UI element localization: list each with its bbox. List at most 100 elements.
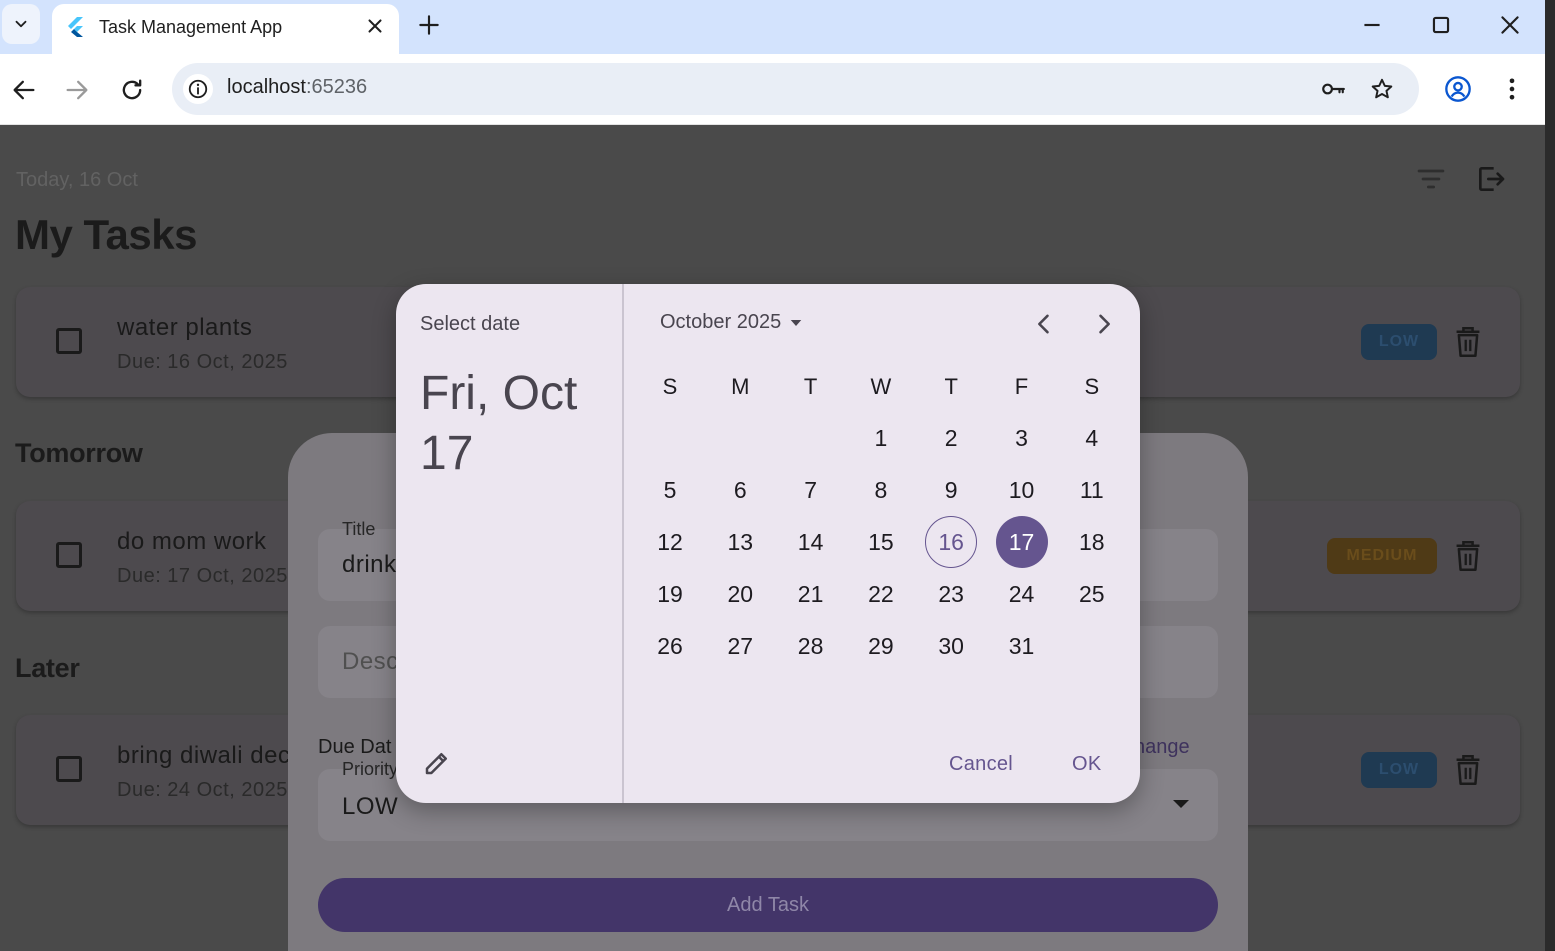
month-year-label: October 2025 <box>660 311 782 333</box>
change-date-button[interactable]: hange <box>1134 736 1190 759</box>
description-placeholder: Desc <box>342 648 399 675</box>
dropdown-arrow-icon <box>1173 800 1189 808</box>
task-checkbox[interactable] <box>56 756 82 782</box>
chevron-down-icon <box>15 20 27 28</box>
weekday-label: S <box>1084 374 1100 399</box>
browser-tab-active[interactable]: Task Management App <box>52 4 399 54</box>
delete-icon[interactable] <box>1454 540 1482 572</box>
weekday-label: T <box>944 374 958 399</box>
calendar-day-selected[interactable]: 17 <box>995 516 1048 568</box>
calendar-day[interactable]: 27 <box>714 620 766 672</box>
previous-month-icon[interactable] <box>1030 310 1058 338</box>
calendar-day[interactable]: 24 <box>996 568 1048 620</box>
priority-field-label: Priority <box>342 759 399 779</box>
password-key-icon[interactable] <box>1320 76 1346 102</box>
calendar-day[interactable]: 2 <box>925 412 977 464</box>
delete-icon[interactable] <box>1454 326 1482 358</box>
task-checkbox[interactable] <box>56 542 82 568</box>
task-checkbox[interactable] <box>56 328 82 354</box>
calendar-day[interactable]: 10 <box>996 464 1048 516</box>
calendar-day-today[interactable]: 16 <box>925 516 978 568</box>
calendar-day[interactable]: 1 <box>855 412 907 464</box>
address-bar[interactable]: localhost:65236 <box>172 63 1419 115</box>
calendar-day[interactable]: 30 <box>925 620 977 672</box>
close-tab-icon[interactable] <box>364 15 386 37</box>
title-field-value: drink <box>342 551 397 578</box>
calendar-day[interactable]: 18 <box>1066 516 1118 568</box>
tab-title: Task Management App <box>99 17 283 37</box>
priority-badge: LOW <box>1361 752 1437 788</box>
page-title: My Tasks <box>15 211 198 258</box>
title-field-label: Title <box>342 519 376 539</box>
forward-arrow-icon[interactable] <box>63 76 91 104</box>
date-picker-header: Select date Fri, Oct 17 <box>396 284 624 803</box>
calendar-day[interactable]: 5 <box>644 464 696 516</box>
calendar-day[interactable]: 29 <box>855 620 907 672</box>
browser-tab-strip: Task Management App <box>0 0 1545 54</box>
task-due-date: Due: 17 Oct, 2025 <box>117 565 288 587</box>
calendar-day[interactable]: 15 <box>855 516 907 568</box>
bookmark-star-icon[interactable] <box>1369 76 1395 102</box>
calendar-day[interactable]: 9 <box>925 464 977 516</box>
priority-badge: LOW <box>1361 324 1437 360</box>
maximize-window-icon[interactable] <box>1428 12 1454 38</box>
calendar-day[interactable]: 28 <box>785 620 837 672</box>
date-picker-dialog: Select date Fri, Oct 17 October 2025 S M T… <box>396 284 1140 803</box>
calendar-day[interactable]: 19 <box>644 568 696 620</box>
new-tab-icon[interactable] <box>416 12 442 38</box>
task-title: do mom work <box>117 528 267 555</box>
today-label: Today, 16 Oct <box>16 169 138 191</box>
weekday-label: M <box>731 374 750 399</box>
browser-menu-icon[interactable] <box>1498 75 1526 103</box>
calendar-day[interactable]: 4 <box>1066 412 1118 464</box>
add-task-button[interactable]: Add Task <box>318 878 1218 932</box>
minimize-window-icon[interactable] <box>1359 12 1385 38</box>
flutter-logo-icon <box>68 17 83 37</box>
calendar-day[interactable]: 20 <box>714 568 766 620</box>
task-due-date: Due: 16 Oct, 2025 <box>117 351 288 373</box>
close-window-icon[interactable] <box>1497 12 1523 38</box>
weekday-label: W <box>870 374 892 399</box>
delete-icon[interactable] <box>1454 754 1482 786</box>
calendar-day[interactable]: 25 <box>1066 568 1118 620</box>
calendar-day[interactable]: 7 <box>785 464 837 516</box>
calendar-day[interactable]: 11 <box>1066 464 1118 516</box>
priority-badge: MEDIUM <box>1327 538 1437 574</box>
task-title: water plants <box>117 314 253 341</box>
weekday-label: F <box>1014 374 1029 399</box>
task-due-date: Due: 24 Oct, 2025 <box>117 779 288 801</box>
site-info-icon[interactable] <box>183 74 213 104</box>
calendar-day[interactable]: 23 <box>925 568 977 620</box>
back-arrow-icon[interactable] <box>10 76 38 104</box>
calendar-day[interactable]: 26 <box>644 620 696 672</box>
filter-icon[interactable] <box>1415 163 1447 195</box>
section-title-later: Later <box>15 653 80 683</box>
profile-icon[interactable] <box>1444 75 1472 103</box>
month-year-selector[interactable]: October 2025 <box>660 311 805 334</box>
reload-icon[interactable] <box>118 76 146 104</box>
weekday-label: T <box>803 374 818 399</box>
calendar-day[interactable]: 21 <box>785 568 837 620</box>
calendar-day[interactable]: 14 <box>785 516 837 568</box>
date-picker-help-text: Select date <box>420 313 521 335</box>
browser-toolbar: localhost:65236 <box>0 54 1545 125</box>
task-title: bring diwali dec <box>117 742 291 769</box>
cancel-button[interactable]: Cancel <box>949 753 1013 776</box>
dropdown-arrow-icon <box>790 319 802 326</box>
calendar-day[interactable]: 12 <box>644 516 696 568</box>
calendar-day[interactable]: 3 <box>996 412 1048 464</box>
ok-button[interactable]: OK <box>1072 753 1102 776</box>
calendar-day[interactable]: 8 <box>855 464 907 516</box>
selected-date-headline: Fri, Oct 17 <box>420 367 578 480</box>
edit-pencil-icon[interactable] <box>422 748 452 778</box>
tab-search-button[interactable] <box>2 4 40 44</box>
calendar-day[interactable]: 31 <box>996 620 1048 672</box>
calendar-day[interactable]: 13 <box>714 516 766 568</box>
calendar-day[interactable]: 6 <box>714 464 766 516</box>
priority-field-value: LOW <box>342 793 399 820</box>
section-title-tomorrow: Tomorrow <box>15 438 143 468</box>
due-date-label: Due Dat <box>318 736 392 758</box>
next-month-icon[interactable] <box>1090 310 1118 338</box>
calendar-day[interactable]: 22 <box>855 568 907 620</box>
logout-icon[interactable] <box>1475 163 1507 195</box>
